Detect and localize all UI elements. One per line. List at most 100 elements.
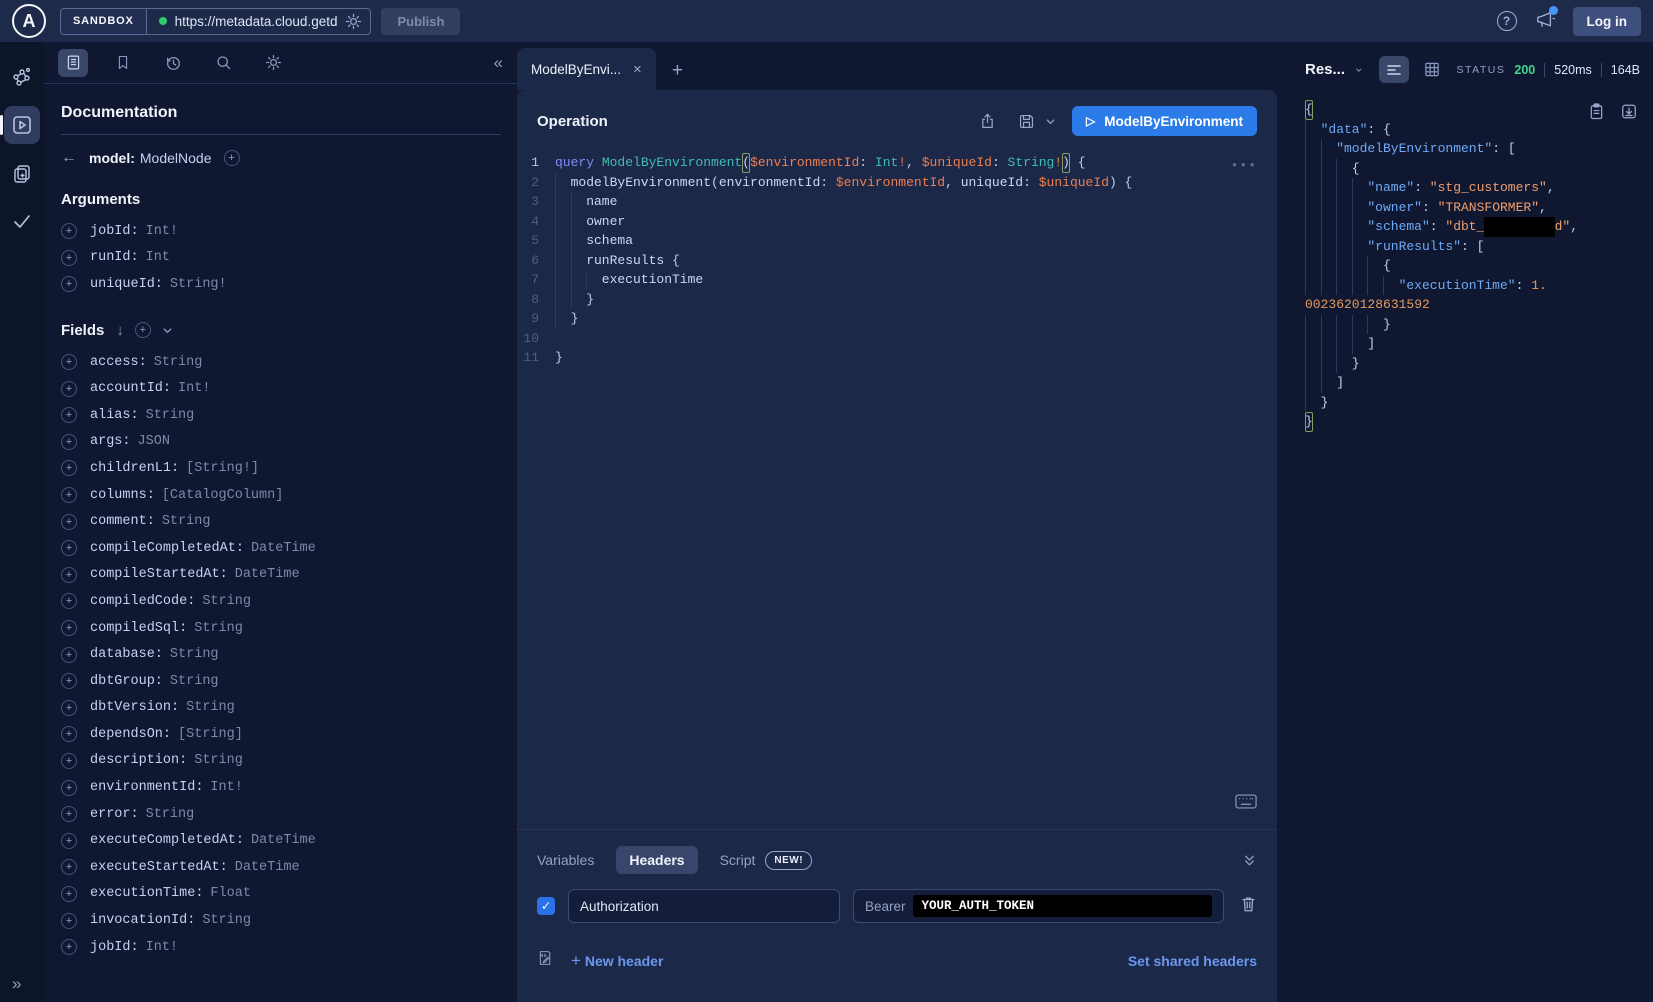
new-header-button[interactable]: + New header [571,951,663,971]
add-to-query-button[interactable]: + [61,593,77,609]
apollo-logo[interactable]: A [12,4,46,38]
add-to-query-button[interactable]: + [224,150,240,166]
field-name[interactable]: jobId: [90,224,139,239]
add-to-query-button[interactable]: + [61,460,77,476]
collapse-panel-double-chevron-icon[interactable] [1242,853,1257,868]
add-to-query-button[interactable]: + [61,700,77,716]
edit-raw-headers-icon[interactable] [537,949,554,972]
add-to-query-button[interactable]: + [61,354,77,370]
field-row[interactable]: +comment:String [61,508,501,535]
add-to-query-button[interactable]: + [61,250,77,266]
endpoint-settings-gear-icon[interactable] [345,13,362,30]
field-name[interactable]: dbtGroup: [90,674,163,689]
field-row[interactable]: + database: String [61,641,501,668]
field-type[interactable]: Float [210,886,251,901]
delete-header-icon[interactable] [1240,895,1257,918]
field-type[interactable]: String [202,913,251,928]
add-to-query-button[interactable]: + [61,833,77,849]
announcements-megaphone-icon[interactable] [1535,10,1555,33]
auth-token-value[interactable]: YOUR_AUTH_TOKEN [913,895,1212,917]
field-row[interactable]: +error:String [61,801,501,828]
field-row[interactable]: +executeCompletedAt:DateTime [61,827,501,854]
field-type[interactable]: String [194,621,243,636]
field-row[interactable]: +executionTime:Float [61,881,501,908]
save-operation-icon[interactable] [1018,113,1035,130]
add-to-query-button[interactable]: + [61,806,77,822]
field-type[interactable]: Int! [146,224,178,239]
field-row[interactable]: +jobId:Int! [61,934,501,961]
add-all-fields-button[interactable]: + [135,322,151,338]
field-name[interactable]: uniqueId: [90,277,163,292]
field-row[interactable]: + compiledCode: String [61,588,501,615]
field-row[interactable]: + dependsOn: [String] [61,721,501,748]
add-to-query-button[interactable]: + [61,859,77,875]
field-type[interactable]: JSON [138,434,170,449]
field-row[interactable]: +access:String [61,349,501,376]
field-name[interactable]: dependsOn: [90,727,171,742]
field-name[interactable]: columns: [90,488,155,503]
field-name[interactable]: executeStartedAt: [90,860,228,875]
tab-headers[interactable]: Headers [616,846,697,874]
field-row[interactable]: +description:String [61,748,501,775]
field-name[interactable]: database: [90,647,163,662]
collapse-panel-icon[interactable]: « [494,53,503,73]
field-name[interactable]: childrenL1: [90,461,179,476]
header-key-input[interactable]: Authorization [568,889,840,923]
argument-row[interactable]: +uniqueId:String! [61,271,501,298]
add-to-query-button[interactable]: + [61,939,77,955]
publish-button[interactable]: Publish [381,8,460,35]
field-name[interactable]: dbtVersion: [90,700,179,715]
expand-rail-icon[interactable]: » [0,974,21,994]
history-icon[interactable] [158,49,188,77]
operation-tab[interactable]: ModelByEnvi... × [517,48,656,90]
tab-script[interactable]: Script [720,852,756,868]
field-row[interactable]: +dbtVersion:String [61,695,501,722]
add-to-query-button[interactable]: + [61,647,77,663]
close-tab-icon[interactable]: × [633,61,642,78]
add-to-query-button[interactable]: + [61,514,77,530]
documentation-tab-icon[interactable] [58,49,88,77]
add-to-query-button[interactable]: + [61,407,77,423]
field-row[interactable]: +invocationId:String [61,907,501,934]
more-options-icon[interactable]: ••• [1231,158,1257,173]
new-tab-button[interactable]: + [672,60,683,82]
add-to-query-button[interactable]: + [61,540,77,556]
chevron-down-icon[interactable] [162,325,173,336]
field-type[interactable]: [String] [178,727,243,742]
field-row[interactable]: +args:JSON [61,429,501,456]
tab-variables[interactable]: Variables [537,852,594,868]
field-name[interactable]: error: [90,807,139,822]
field-type[interactable]: [String!] [186,461,259,476]
field-row[interactable]: +executeStartedAt:DateTime [61,854,501,881]
field-type[interactable]: DateTime [235,567,300,582]
field-type[interactable]: DateTime [251,833,316,848]
add-to-query-button[interactable]: + [61,886,77,902]
field-type[interactable]: Int! [178,381,210,396]
field-name[interactable]: compiledCode: [90,594,195,609]
field-type[interactable]: String [202,594,251,609]
add-to-query-button[interactable]: + [61,567,77,583]
field-row[interactable]: +environmentId:Int! [61,774,501,801]
argument-row[interactable]: +runId:Int [61,245,501,272]
field-type[interactable]: String! [170,277,227,292]
field-type[interactable]: String [170,647,219,662]
add-to-query-button[interactable]: + [61,487,77,503]
field-type[interactable]: Int! [210,780,242,795]
help-icon[interactable]: ? [1497,11,1517,31]
add-to-query-button[interactable]: + [61,780,77,796]
field-row[interactable]: +compileStartedAt:DateTime [61,562,501,589]
add-to-query-button[interactable]: + [61,753,77,769]
field-type[interactable]: String [154,355,203,370]
download-response-icon[interactable] [1621,103,1637,120]
field-type[interactable]: String [146,408,195,423]
field-type[interactable]: DateTime [251,541,316,556]
field-type[interactable]: [CatalogColumn] [162,488,284,503]
add-to-query-button[interactable]: + [61,726,77,742]
add-to-query-button[interactable]: + [61,913,77,929]
field-row[interactable]: +compiledSql:String [61,615,501,642]
field-name[interactable]: accountId: [90,381,171,396]
field-row[interactable]: + childrenL1: [String!] [61,455,501,482]
breadcrumb-type[interactable]: ModelNode [140,150,212,166]
header-enabled-checkbox[interactable]: ✓ [537,897,555,915]
field-row[interactable]: +compileCompletedAt:DateTime [61,535,501,562]
